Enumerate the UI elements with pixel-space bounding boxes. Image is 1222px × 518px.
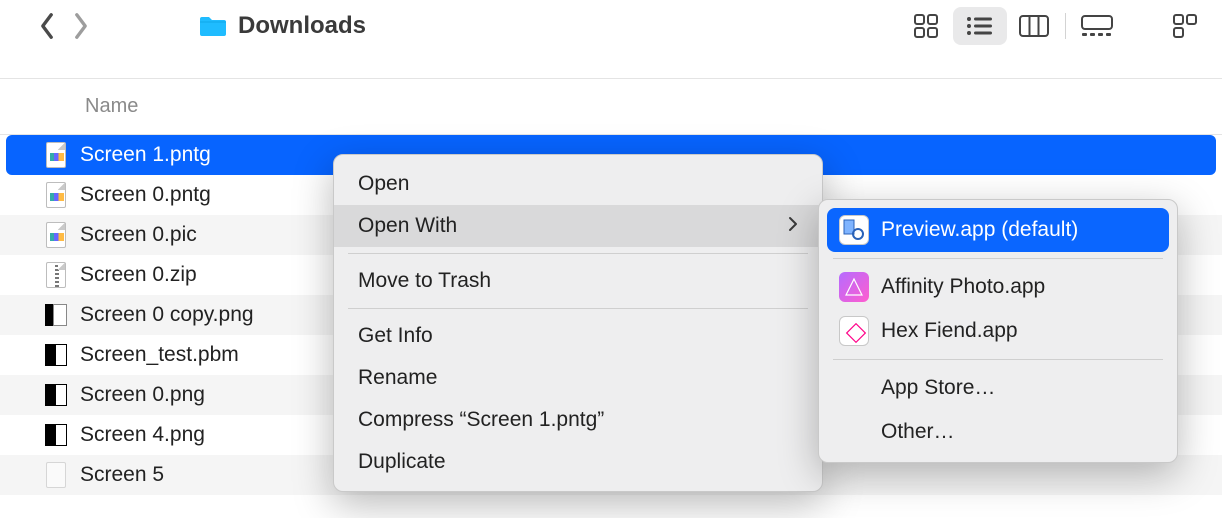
chevron-right-icon bbox=[788, 214, 798, 238]
file-name: Screen 0 copy.png bbox=[80, 303, 254, 327]
chevron-left-icon bbox=[38, 12, 56, 40]
affinity-app-icon bbox=[839, 272, 869, 302]
chevron-right-icon bbox=[72, 12, 90, 40]
icon-view-button[interactable] bbox=[899, 7, 953, 45]
forward-button[interactable] bbox=[64, 9, 98, 43]
menu-move-to-trash[interactable]: Move to Trash bbox=[334, 260, 822, 302]
file-name: Screen 5 bbox=[80, 463, 164, 487]
file-icon bbox=[44, 421, 68, 449]
separator bbox=[833, 258, 1163, 259]
file-icon bbox=[44, 301, 68, 329]
grid-icon bbox=[913, 13, 939, 39]
folder-icon bbox=[198, 14, 228, 38]
submenu-label: Hex Fiend.app bbox=[881, 319, 1018, 343]
submenu-other[interactable]: Other… bbox=[827, 410, 1169, 454]
separator bbox=[348, 253, 808, 254]
file-icon bbox=[44, 181, 68, 209]
context-menu: Open Open With Move to Trash Get Info Re… bbox=[333, 154, 823, 492]
columns-icon bbox=[1019, 15, 1049, 37]
file-name: Screen 0.pic bbox=[80, 223, 197, 247]
group-button[interactable] bbox=[1158, 7, 1212, 45]
file-name: Screen 0.png bbox=[80, 383, 205, 407]
preview-app-icon bbox=[839, 215, 869, 245]
submenu-label: App Store… bbox=[881, 376, 995, 400]
page-title: Downloads bbox=[238, 12, 366, 40]
file-name: Screen 1.pntg bbox=[80, 143, 211, 167]
grid-icon bbox=[1172, 13, 1198, 39]
toolbar: Downloads bbox=[0, 0, 1222, 52]
file-name: Screen 0.zip bbox=[80, 263, 197, 287]
hex-fiend-app-icon bbox=[839, 316, 869, 346]
open-with-submenu: Preview.app (default) Affinity Photo.app… bbox=[818, 199, 1178, 463]
back-button[interactable] bbox=[30, 9, 64, 43]
file-icon bbox=[44, 141, 68, 169]
menu-compress[interactable]: Compress “Screen 1.pntg” bbox=[334, 399, 822, 441]
file-name: Screen 4.png bbox=[80, 423, 205, 447]
menu-get-info[interactable]: Get Info bbox=[334, 315, 822, 357]
separator bbox=[348, 308, 808, 309]
menu-duplicate[interactable]: Duplicate bbox=[334, 441, 822, 483]
menu-open[interactable]: Open bbox=[334, 163, 822, 205]
gallery-view-button[interactable] bbox=[1070, 7, 1124, 45]
file-icon bbox=[44, 341, 68, 369]
view-switcher bbox=[899, 7, 1124, 45]
submenu-label: Affinity Photo.app bbox=[881, 275, 1045, 299]
submenu-label: Other… bbox=[881, 420, 955, 444]
name-column-label: Name bbox=[85, 95, 138, 118]
file-icon bbox=[44, 381, 68, 409]
submenu-hex[interactable]: Hex Fiend.app bbox=[827, 309, 1169, 353]
menu-open-with[interactable]: Open With bbox=[334, 205, 822, 247]
submenu-app-store[interactable]: App Store… bbox=[827, 366, 1169, 410]
menu-rename[interactable]: Rename bbox=[334, 357, 822, 399]
file-icon bbox=[44, 261, 68, 289]
submenu-preview[interactable]: Preview.app (default) bbox=[827, 208, 1169, 252]
submenu-affinity[interactable]: Affinity Photo.app bbox=[827, 265, 1169, 309]
column-view-button[interactable] bbox=[1007, 7, 1061, 45]
file-name: Screen_test.pbm bbox=[80, 343, 239, 367]
file-icon bbox=[44, 461, 68, 489]
list-view-button[interactable] bbox=[953, 7, 1007, 45]
list-icon bbox=[966, 15, 994, 37]
separator bbox=[1065, 13, 1066, 39]
submenu-label: Preview.app (default) bbox=[881, 218, 1078, 242]
separator bbox=[833, 359, 1163, 360]
column-header[interactable]: Name bbox=[0, 79, 1222, 135]
gallery-icon bbox=[1081, 15, 1113, 37]
file-icon bbox=[44, 221, 68, 249]
file-name: Screen 0.pntg bbox=[80, 183, 211, 207]
